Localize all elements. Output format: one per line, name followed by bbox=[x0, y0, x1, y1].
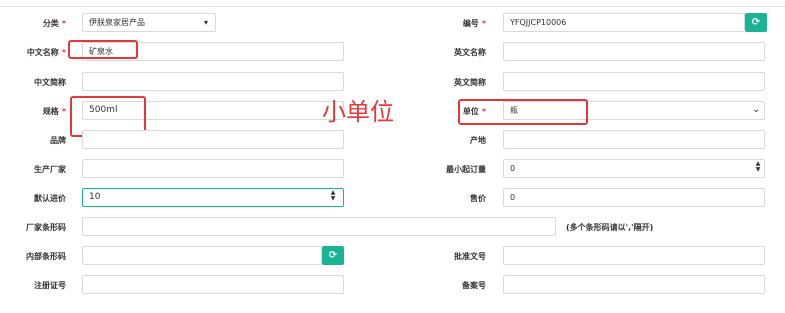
barcode-hint: (多个条形码请以','隔开) bbox=[566, 223, 654, 232]
sale-price-input[interactable]: 0 bbox=[503, 188, 765, 207]
code-label: 编号 * bbox=[462, 19, 486, 28]
record-no-label: 备案号 bbox=[462, 281, 486, 290]
min-order-input[interactable]: 0 bbox=[503, 159, 765, 178]
default-price-input[interactable]: 10 bbox=[82, 188, 344, 207]
internal-barcode-input[interactable] bbox=[82, 246, 322, 265]
brand-label: 品牌 bbox=[50, 136, 66, 145]
en-name-label: 英文名称 bbox=[454, 48, 486, 57]
highlight-unit bbox=[458, 99, 588, 125]
highlight-cn-name bbox=[68, 40, 138, 59]
cn-short-input[interactable] bbox=[82, 72, 344, 91]
chevron-down-icon: ⌄ bbox=[752, 104, 761, 115]
sale-price-label: 售价 bbox=[470, 194, 486, 203]
approval-no-label: 批准文号 bbox=[454, 252, 486, 261]
caret-down-icon: ▾ bbox=[204, 18, 209, 27]
manufacturer-input[interactable] bbox=[82, 159, 344, 178]
en-name-input[interactable] bbox=[503, 42, 765, 61]
manufacturer-label: 生产厂家 bbox=[34, 165, 66, 174]
code-input[interactable]: YFQJJCP10006 bbox=[503, 13, 745, 32]
category-label: 分类 * bbox=[42, 19, 66, 28]
origin-input[interactable] bbox=[503, 130, 765, 149]
category-select[interactable]: 伊朕泉家居产品 bbox=[82, 13, 216, 32]
cn-short-label: 中文简称 bbox=[34, 78, 66, 87]
en-short-label: 英文简称 bbox=[454, 78, 486, 87]
en-short-input[interactable] bbox=[503, 72, 765, 91]
cn-name-label: 中文名称 * bbox=[26, 48, 66, 57]
annotation-text: 小单位 bbox=[322, 98, 394, 126]
reg-cert-label: 注册证号 bbox=[34, 281, 66, 290]
origin-label: 产地 bbox=[470, 136, 486, 145]
refresh-code-button[interactable]: ⟳ bbox=[745, 13, 767, 32]
approval-no-input[interactable] bbox=[503, 246, 765, 265]
reg-cert-input[interactable] bbox=[82, 275, 344, 294]
top-border bbox=[0, 0, 785, 7]
brand-input[interactable] bbox=[82, 130, 344, 149]
refresh-barcode-button[interactable]: ⟳ bbox=[322, 246, 344, 265]
record-no-input[interactable] bbox=[503, 275, 765, 294]
spec-label: 规格 * bbox=[42, 107, 66, 116]
refresh-icon: ⟳ bbox=[751, 17, 761, 28]
default-price-label: 默认进价 bbox=[34, 194, 66, 203]
internal-barcode-label: 内部条形码 bbox=[26, 252, 66, 261]
min-order-label: 最小起订量 bbox=[446, 165, 486, 174]
vendor-barcode-label: 厂家条形码 bbox=[26, 223, 66, 232]
vendor-barcode-input[interactable] bbox=[82, 217, 556, 236]
stepper-icon[interactable]: ▲ ▼ bbox=[754, 161, 762, 173]
refresh-icon: ⟳ bbox=[328, 250, 338, 261]
price-stepper-icon[interactable]: ▲ ▼ bbox=[329, 190, 337, 202]
